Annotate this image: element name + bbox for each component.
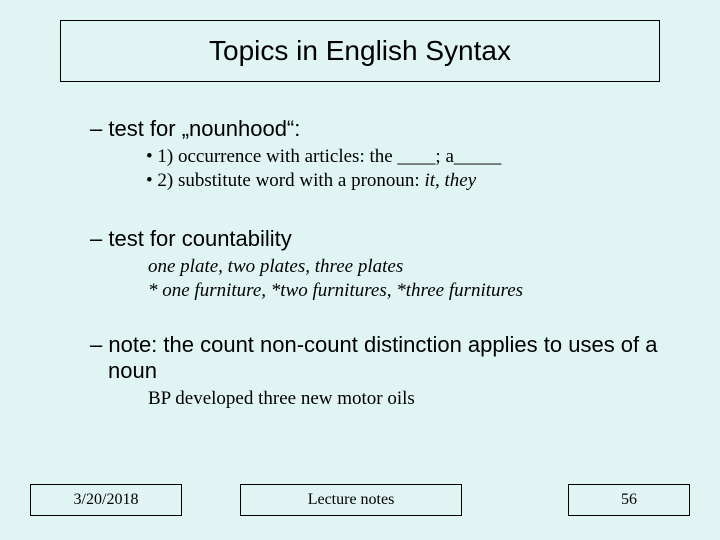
footer-page-number: 56	[568, 484, 690, 516]
point-note: note: the count non-count distinction ap…	[70, 332, 670, 384]
footer-center: Lecture notes	[240, 484, 462, 516]
subpoint-pronoun-examples: it, they	[424, 170, 476, 191]
footer: 3/20/2018 Lecture notes 56	[0, 484, 720, 518]
slide-body: test for „nounhood“: 1) occurrence with …	[70, 110, 670, 412]
point-nounhood: test for „nounhood“:	[70, 116, 670, 142]
subpoint-articles: 1) occurrence with articles: the ____; a…	[70, 146, 670, 168]
subpoint-pronoun-text: 2) substitute word with a pronoun:	[157, 170, 424, 191]
slide: Topics in English Syntax test for „nounh…	[0, 0, 720, 540]
subpoint-pronoun: 2) substitute word with a pronoun: it, t…	[70, 170, 670, 192]
point-countability: test for countability	[70, 226, 670, 252]
example-countable: one plate, two plates, three plates	[70, 256, 670, 278]
slide-title: Topics in English Syntax	[60, 20, 660, 82]
example-motor-oils: BP developed three new motor oils	[70, 388, 670, 410]
example-uncountable: * one furniture, *two furnitures, *three…	[70, 280, 670, 302]
footer-date: 3/20/2018	[30, 484, 182, 516]
